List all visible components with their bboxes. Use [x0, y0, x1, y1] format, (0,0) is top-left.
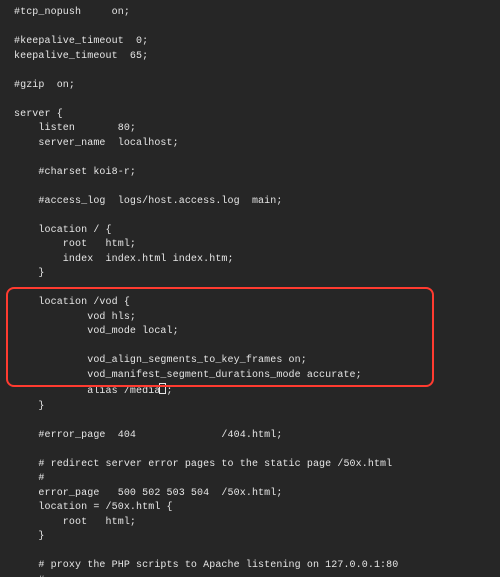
code-line: root html; — [14, 517, 136, 528]
code-line: server_name localhost; — [14, 138, 179, 149]
code-line: listen 80; — [14, 123, 136, 134]
code-line: #keepalive_timeout 0; — [14, 36, 148, 47]
code-line: server { — [14, 109, 63, 120]
code-line: # redirect server error pages to the sta… — [14, 459, 392, 470]
code-line-tail: ; — [166, 386, 172, 397]
code-line: } — [14, 531, 45, 542]
code-line: # — [14, 473, 45, 484]
code-line: # proxy the PHP scripts to Apache listen… — [14, 560, 398, 571]
code-line: } — [14, 268, 45, 279]
code-line: vod_manifest_segment_durations_mode accu… — [14, 370, 362, 381]
code-line: #access_log logs/host.access.log main; — [14, 196, 282, 207]
code-line: } — [14, 401, 45, 412]
code-line: #error_page 404 /404.html; — [14, 430, 282, 441]
code-line: root html; — [14, 239, 136, 250]
code-line: #tcp_nopush on; — [14, 7, 130, 18]
code-line: location / { — [14, 225, 112, 236]
code-line: location = /50x.html { — [14, 502, 173, 513]
code-line: index index.html index.htm; — [14, 254, 234, 265]
code-line: #charset koi8-r; — [14, 167, 136, 178]
code-line: vod_align_segments_to_key_frames on; — [14, 355, 307, 366]
code-line: location /vod { — [14, 297, 130, 308]
code-line: vod_mode local; — [14, 326, 179, 337]
code-line: #gzip on; — [14, 80, 75, 91]
code-line: vod hls; — [14, 312, 136, 323]
code-line: alias /media — [14, 386, 160, 397]
code-line: keepalive_timeout 65; — [14, 51, 148, 62]
code-line: error_page 500 502 503 504 /50x.html; — [14, 488, 282, 499]
nginx-config-code-block: #tcp_nopush on; #keepalive_timeout 0; ke… — [0, 0, 500, 577]
